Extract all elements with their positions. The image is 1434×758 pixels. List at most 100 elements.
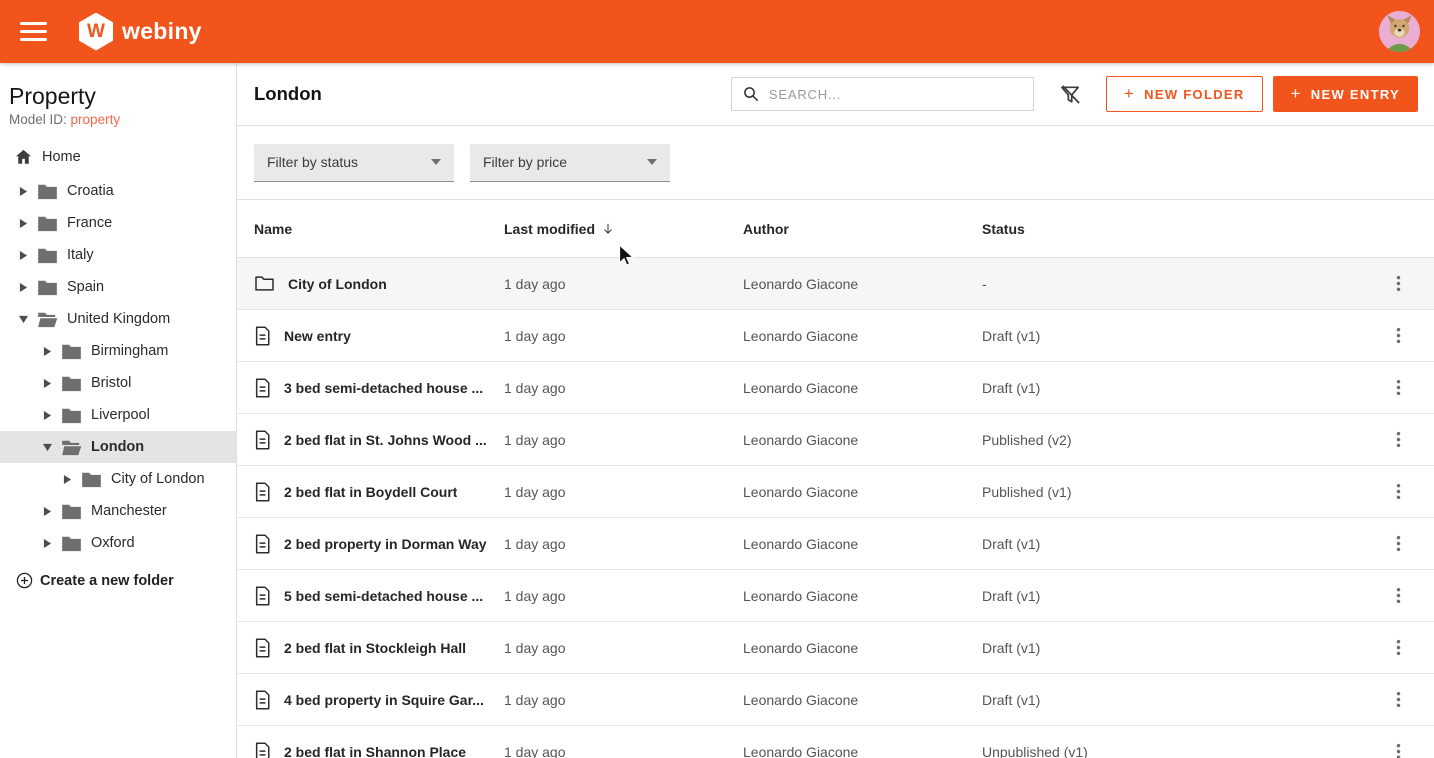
model-id-link[interactable]: property (71, 112, 121, 127)
model-title: Property (0, 77, 236, 112)
sidebar-item-label: Bristol (91, 375, 131, 391)
sidebar-item-france[interactable]: France (0, 207, 236, 239)
content-header: London + NEW FOLDER (237, 63, 1434, 126)
sidebar-item-croatia[interactable]: Croatia (0, 175, 236, 207)
caret-right-icon[interactable] (40, 538, 54, 549)
caret-right-icon[interactable] (16, 186, 30, 197)
folder-icon (254, 275, 275, 292)
caret-right-icon[interactable] (40, 410, 54, 421)
row-modified: 1 day ago (504, 484, 743, 500)
caret-right-icon[interactable] (16, 218, 30, 229)
row-name: 5 bed semi-detached house ... (284, 588, 483, 604)
sidebar-item-home[interactable]: Home (0, 141, 236, 173)
table-row[interactable]: 2 bed flat in Boydell Court1 day agoLeon… (237, 466, 1434, 518)
folder-icon (61, 535, 82, 552)
table-row[interactable]: 5 bed semi-detached house ...1 day agoLe… (237, 570, 1434, 622)
menu-icon[interactable] (20, 22, 47, 41)
table-header: Name Last modified Author Status (237, 200, 1434, 258)
caret-right-icon[interactable] (40, 506, 54, 517)
folder-icon (37, 215, 58, 232)
file-icon (254, 378, 271, 398)
table-row[interactable]: 4 bed property in Squire Gar...1 day ago… (237, 674, 1434, 726)
row-menu-icon[interactable] (1386, 636, 1410, 660)
plus-icon: + (1291, 84, 1302, 104)
caret-right-icon[interactable] (16, 250, 30, 261)
sidebar-item-spain[interactable]: Spain (0, 271, 236, 303)
avatar[interactable] (1379, 11, 1420, 52)
sidebar-item-london[interactable]: London (0, 431, 236, 463)
row-menu-icon[interactable] (1386, 376, 1410, 400)
filter-by-status-select[interactable]: Filter by status (254, 144, 454, 182)
chevron-down-icon (431, 159, 441, 165)
sidebar-item-label: Liverpool (91, 407, 150, 423)
sidebar-item-city-of-london[interactable]: City of London (0, 463, 236, 495)
file-icon (254, 326, 271, 346)
sidebar-item-birmingham[interactable]: Birmingham (0, 335, 236, 367)
folder-icon (61, 407, 82, 424)
row-author: Leonardo Giacone (743, 380, 982, 396)
sidebar-item-manchester[interactable]: Manchester (0, 495, 236, 527)
caret-right-icon[interactable] (40, 346, 54, 357)
row-menu-icon[interactable] (1386, 532, 1410, 556)
row-menu-icon[interactable] (1386, 324, 1410, 348)
table-row[interactable]: 3 bed semi-detached house ...1 day agoLe… (237, 362, 1434, 414)
row-status: Unpublished (v1) (982, 744, 1378, 758)
table-row[interactable]: New entry1 day agoLeonardo GiaconeDraft … (237, 310, 1434, 362)
filter-by-price-select[interactable]: Filter by price (470, 144, 670, 182)
row-menu-icon[interactable] (1386, 428, 1410, 452)
row-menu-icon[interactable] (1386, 480, 1410, 504)
column-header-modified[interactable]: Last modified (504, 221, 743, 237)
row-menu-icon[interactable] (1386, 272, 1410, 296)
caret-right-icon[interactable] (60, 474, 74, 485)
sidebar-item-oxford[interactable]: Oxford (0, 527, 236, 559)
row-author: Leonardo Giacone (743, 744, 982, 758)
folder-icon (81, 471, 102, 488)
column-header-status[interactable]: Status (982, 221, 1378, 237)
sidebar-item-italy[interactable]: Italy (0, 239, 236, 271)
caret-right-icon[interactable] (40, 378, 54, 389)
sidebar-item-label: Home (42, 149, 81, 165)
row-modified: 1 day ago (504, 276, 743, 292)
row-menu-icon[interactable] (1386, 688, 1410, 712)
sidebar-item-label: Birmingham (91, 343, 168, 359)
sidebar: Property Model ID: property Home Croatia… (0, 63, 237, 758)
row-status: Draft (v1) (982, 588, 1378, 604)
row-name: 2 bed flat in Stockleigh Hall (284, 640, 466, 656)
search-input[interactable] (769, 87, 1023, 102)
sidebar-item-bristol[interactable]: Bristol (0, 367, 236, 399)
new-folder-button[interactable]: + NEW FOLDER (1106, 76, 1263, 112)
table-row[interactable]: City of London1 day agoLeonardo Giacone- (237, 258, 1434, 310)
sidebar-item-liverpool[interactable]: Liverpool (0, 399, 236, 431)
column-header-name[interactable]: Name (254, 221, 504, 237)
caret-right-icon[interactable] (16, 282, 30, 293)
webiny-logo-mark: W (79, 13, 113, 51)
file-icon (254, 690, 271, 710)
model-id: Model ID: property (0, 112, 236, 141)
plus-icon: + (1124, 84, 1135, 104)
row-name: 2 bed property in Dorman Way (284, 536, 487, 552)
create-folder-button[interactable]: Create a new folder (0, 572, 236, 589)
caret-down-icon[interactable] (40, 443, 54, 452)
file-icon (254, 430, 271, 450)
webiny-logo[interactable]: W webiny (79, 13, 202, 51)
filter-toggle-icon[interactable] (1056, 79, 1086, 109)
row-status: - (982, 276, 1378, 292)
table-row[interactable]: 2 bed flat in Shannon Place1 day agoLeon… (237, 726, 1434, 758)
column-header-author[interactable]: Author (743, 221, 982, 237)
sidebar-item-united-kingdom[interactable]: United Kingdom (0, 303, 236, 335)
table-row[interactable]: 2 bed flat in Stockleigh Hall1 day agoLe… (237, 622, 1434, 674)
table-row[interactable]: 2 bed flat in St. Johns Wood ...1 day ag… (237, 414, 1434, 466)
caret-down-icon[interactable] (16, 315, 30, 324)
table-body: City of London1 day agoLeonardo Giacone-… (237, 258, 1434, 758)
new-entry-button[interactable]: + NEW ENTRY (1273, 76, 1418, 112)
row-menu-icon[interactable] (1386, 584, 1410, 608)
row-name: 2 bed flat in Boydell Court (284, 484, 457, 500)
table-row[interactable]: 2 bed property in Dorman Way1 day agoLeo… (237, 518, 1434, 570)
row-menu-icon[interactable] (1386, 740, 1410, 758)
home-icon (14, 148, 33, 166)
row-modified: 1 day ago (504, 692, 743, 708)
folder-icon (61, 375, 82, 392)
row-author: Leonardo Giacone (743, 432, 982, 448)
folder-icon (37, 183, 58, 200)
row-author: Leonardo Giacone (743, 692, 982, 708)
